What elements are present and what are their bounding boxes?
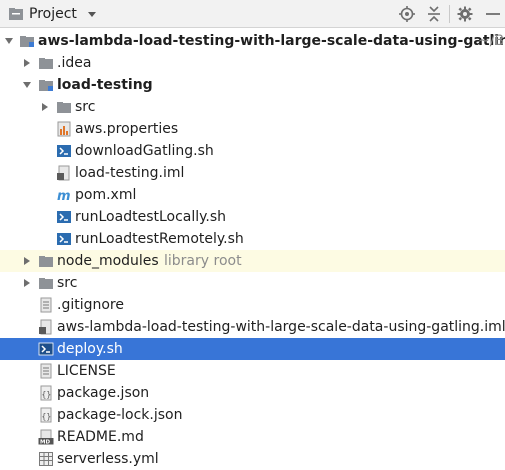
module-folder-icon bbox=[39, 80, 53, 91]
tree-item-label: src bbox=[75, 99, 96, 115]
shell-script-icon bbox=[57, 211, 71, 223]
tree-row-deploy[interactable]: deploy.sh bbox=[0, 338, 505, 360]
svg-text:{}: {} bbox=[42, 412, 52, 421]
chevron-right-icon[interactable] bbox=[22, 256, 32, 266]
tree-item-label: package.json bbox=[57, 385, 150, 401]
json-file-icon: {} bbox=[40, 407, 52, 423]
svg-text:{}: {} bbox=[42, 390, 52, 399]
tree-row-root-iml[interactable]: aws-lambda-load-testing-with-large-scale… bbox=[0, 316, 505, 338]
chevron-down-icon bbox=[87, 11, 96, 17]
tree-item-label: package-lock.json bbox=[57, 407, 183, 423]
iml-file-icon bbox=[57, 165, 70, 181]
folder-icon bbox=[39, 256, 53, 267]
module-folder-icon bbox=[20, 36, 34, 47]
tree-row-gitignore[interactable]: .gitignore bbox=[0, 294, 505, 316]
toolbar-divider bbox=[449, 5, 450, 23]
text-file-icon bbox=[40, 363, 52, 379]
tree-row-node-modules[interactable]: node_modules library root bbox=[0, 250, 505, 272]
folder-icon bbox=[39, 278, 53, 289]
tree-item-label: load-testing bbox=[57, 77, 153, 93]
locate-file-icon[interactable] bbox=[398, 5, 416, 23]
yaml-file-icon bbox=[39, 452, 53, 466]
tree-row-readme[interactable]: MD README.md bbox=[0, 426, 505, 448]
project-folder-icon bbox=[9, 8, 23, 20]
tree-item-label: aws-lambda-load-testing-with-large-scale… bbox=[38, 33, 505, 49]
chevron-down-icon[interactable] bbox=[22, 80, 32, 90]
tree-row-load-testing-src[interactable]: src bbox=[0, 96, 505, 118]
svg-text:MD: MD bbox=[40, 440, 50, 445]
tree-row-pom-xml[interactable]: m pom.xml bbox=[0, 184, 505, 206]
chevron-down-icon[interactable] bbox=[4, 36, 14, 46]
shell-script-icon bbox=[57, 233, 71, 245]
tree-item-label: src bbox=[57, 275, 78, 291]
project-view-title: Project bbox=[29, 6, 77, 22]
shell-script-icon bbox=[57, 145, 71, 157]
tree-item-label: runLoadtestLocally.sh bbox=[75, 209, 227, 225]
hide-panel-icon[interactable] bbox=[483, 5, 501, 23]
chevron-right-icon[interactable] bbox=[40, 102, 50, 112]
tree-row-serverless[interactable]: serverless.yml bbox=[0, 448, 505, 470]
properties-file-icon bbox=[57, 121, 71, 137]
collapse-all-icon[interactable] bbox=[425, 5, 443, 23]
library-root-tag: library root bbox=[164, 253, 242, 269]
tree-row-run-locally[interactable]: runLoadtestLocally.sh bbox=[0, 206, 505, 228]
project-tool-window: Project aws-lambda-load-testing-with-lar… bbox=[0, 0, 505, 470]
tree-item-label: .idea bbox=[57, 55, 92, 71]
tree-row-license[interactable]: LICENSE bbox=[0, 360, 505, 382]
json-file-icon: {} bbox=[40, 385, 52, 401]
project-view-selector[interactable]: Project bbox=[8, 0, 96, 28]
tree-item-label: aws.properties bbox=[75, 121, 179, 137]
tree-item-label: deploy.sh bbox=[57, 341, 123, 357]
tree-item-label: aws-lambda-load-testing-with-large-scale… bbox=[57, 319, 505, 335]
tree-row-aws-properties[interactable]: aws.properties bbox=[0, 118, 505, 140]
folder-icon bbox=[57, 102, 71, 113]
shell-script-icon bbox=[38, 342, 54, 356]
tree-row-run-remotely[interactable]: runLoadtestRemotely.sh bbox=[0, 228, 505, 250]
tree-row-package-lock[interactable]: {} package-lock.json bbox=[0, 404, 505, 426]
tree-item-label: serverless.yml bbox=[57, 451, 159, 467]
text-file-icon bbox=[40, 297, 52, 313]
tree-row-root[interactable]: aws-lambda-load-testing-with-large-scale… bbox=[0, 30, 505, 52]
chevron-right-icon[interactable] bbox=[22, 278, 32, 288]
tree-item-label: pom.xml bbox=[75, 187, 137, 203]
tree-row-idea[interactable]: .idea bbox=[0, 52, 505, 74]
tree-item-label: node_modules bbox=[57, 253, 159, 269]
tree-row-download-gatling[interactable]: downloadGatling.sh bbox=[0, 140, 505, 162]
tree-item-label: downloadGatling.sh bbox=[75, 143, 214, 159]
tree-item-label: load-testing.iml bbox=[75, 165, 185, 181]
folder-icon bbox=[39, 58, 53, 69]
svg-text:m: m bbox=[57, 189, 71, 203]
chevron-right-icon[interactable] bbox=[22, 58, 32, 68]
tree-row-src[interactable]: src bbox=[0, 272, 505, 294]
tree-item-label: README.md bbox=[57, 429, 144, 445]
gear-icon[interactable] bbox=[456, 5, 474, 23]
tree-item-label: runLoadtestRemotely.sh bbox=[75, 231, 244, 247]
iml-file-icon bbox=[39, 319, 52, 335]
path-hint: ~/Bl bbox=[478, 33, 505, 49]
maven-pom-icon: m bbox=[57, 189, 71, 203]
tree-item-label: .gitignore bbox=[57, 297, 124, 313]
project-toolbar: Project bbox=[0, 0, 505, 28]
tree-row-load-testing[interactable]: load-testing bbox=[0, 74, 505, 96]
tree-item-label: LICENSE bbox=[57, 363, 116, 379]
tree-row-package-json[interactable]: {} package.json bbox=[0, 382, 505, 404]
markdown-file-icon: MD bbox=[38, 429, 54, 445]
tree-row-load-testing-iml[interactable]: load-testing.iml bbox=[0, 162, 505, 184]
